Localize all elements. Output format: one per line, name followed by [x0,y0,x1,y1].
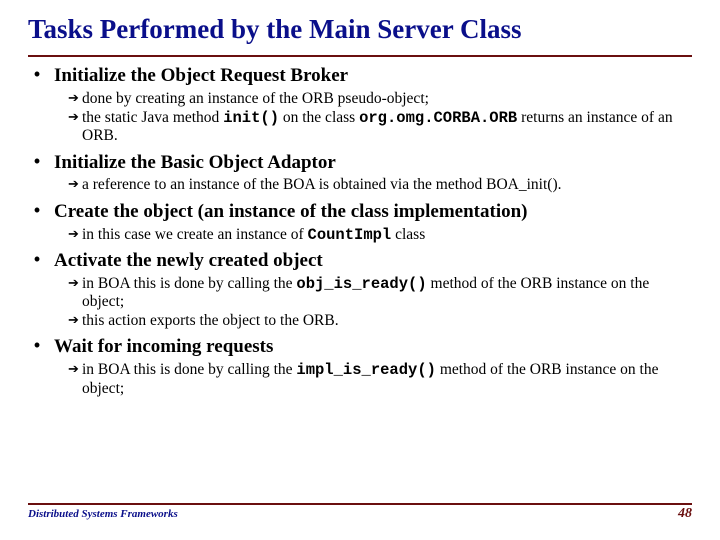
footer-row: Distributed Systems Frameworks 48 [28,506,692,522]
sub-list-item: ➔a reference to an instance of the BOA i… [68,176,692,194]
sub-list: ➔in BOA this is done by calling the impl… [68,361,692,398]
footer-divider [28,503,692,505]
sub-bullet-icon: ➔ [68,176,82,193]
sub-bullet-icon: ➔ [68,361,82,378]
slide-title: Tasks Performed by the Main Server Class [28,14,692,45]
list-item: • Wait for incoming requests [30,336,692,359]
bullet-icon: • [30,152,44,170]
sub-list: ➔in this case we create an instance of C… [68,226,692,244]
sub-list-text: in BOA this is done by calling the obj_i… [82,275,692,312]
sub-list-text: in BOA this is done by calling the impl_… [82,361,692,398]
list-item: • Create the object (an instance of the c… [30,201,692,224]
list-item-heading: Initialize the Object Request Broker [54,65,348,88]
sub-list: ➔in BOA this is done by calling the obj_… [68,275,692,331]
sub-list-item: ➔the static Java method init() on the cl… [68,109,692,146]
sub-list-text: done by creating an instance of the ORB … [82,90,429,108]
sub-list-text: the static Java method init() on the cla… [82,109,692,146]
list-item-heading: Initialize the Basic Object Adaptor [54,152,336,175]
bullet-icon: • [30,65,44,83]
sub-list: ➔done by creating an instance of the ORB… [68,90,692,146]
footer: Distributed Systems Frameworks 48 [28,503,692,522]
bullet-icon: • [30,201,44,219]
list-item-heading: Wait for incoming requests [54,336,273,359]
sub-list-text: this action exports the object to the OR… [82,312,339,330]
list-item: • Initialize the Object Request Broker [30,65,692,88]
sub-bullet-icon: ➔ [68,226,82,243]
sub-list-item: ➔in this case we create an instance of C… [68,226,692,244]
bullet-icon: • [30,250,44,268]
sub-list-text: a reference to an instance of the BOA is… [82,176,562,194]
sub-bullet-icon: ➔ [68,312,82,329]
footer-left: Distributed Systems Frameworks [28,508,178,520]
list-item: • Activate the newly created object [30,250,692,273]
sub-list-item: ➔done by creating an instance of the ORB… [68,90,692,108]
sub-list-item: ➔this action exports the object to the O… [68,312,692,330]
sub-list-item: ➔in BOA this is done by calling the obj_… [68,275,692,312]
slide: Tasks Performed by the Main Server Class… [0,0,720,540]
list-item-heading: Create the object (an instance of the cl… [54,201,528,224]
sub-bullet-icon: ➔ [68,109,82,126]
content-area: •Initialize the Object Request Broker➔do… [28,65,692,398]
page-number: 48 [678,506,692,522]
bullet-icon: • [30,336,44,354]
sub-list-text: in this case we create an instance of Co… [82,226,425,244]
sub-list: ➔a reference to an instance of the BOA i… [68,176,692,194]
sub-list-item: ➔in BOA this is done by calling the impl… [68,361,692,398]
list-item-heading: Activate the newly created object [54,250,323,273]
sub-bullet-icon: ➔ [68,90,82,107]
list-item: • Initialize the Basic Object Adaptor [30,152,692,175]
title-divider [28,55,692,57]
sub-bullet-icon: ➔ [68,275,82,292]
